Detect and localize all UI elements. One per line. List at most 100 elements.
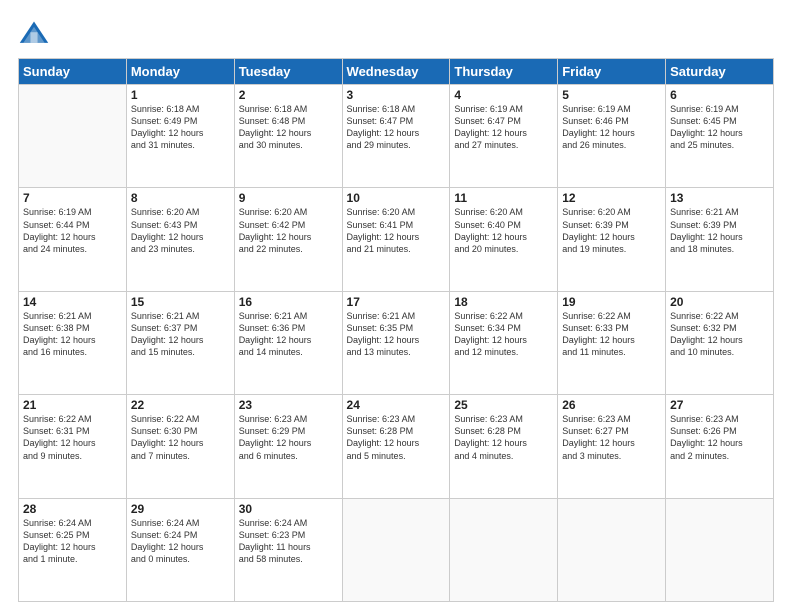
day-info: Sunrise: 6:24 AMSunset: 6:24 PMDaylight:…: [131, 517, 230, 566]
day-info: Sunrise: 6:18 AMSunset: 6:47 PMDaylight:…: [347, 103, 446, 152]
day-cell: 23Sunrise: 6:23 AMSunset: 6:29 PMDayligh…: [234, 395, 342, 498]
day-number: 3: [347, 88, 446, 102]
day-cell: 26Sunrise: 6:23 AMSunset: 6:27 PMDayligh…: [558, 395, 666, 498]
day-cell: 9Sunrise: 6:20 AMSunset: 6:42 PMDaylight…: [234, 188, 342, 291]
day-cell: 17Sunrise: 6:21 AMSunset: 6:35 PMDayligh…: [342, 291, 450, 394]
week-row-1: 1Sunrise: 6:18 AMSunset: 6:49 PMDaylight…: [19, 85, 774, 188]
day-number: 6: [670, 88, 769, 102]
day-cell: 10Sunrise: 6:20 AMSunset: 6:41 PMDayligh…: [342, 188, 450, 291]
weekday-header-thursday: Thursday: [450, 59, 558, 85]
day-number: 8: [131, 191, 230, 205]
day-cell: [666, 498, 774, 601]
day-info: Sunrise: 6:20 AMSunset: 6:42 PMDaylight:…: [239, 206, 338, 255]
weekday-header-sunday: Sunday: [19, 59, 127, 85]
day-cell: 30Sunrise: 6:24 AMSunset: 6:23 PMDayligh…: [234, 498, 342, 601]
day-number: 29: [131, 502, 230, 516]
day-info: Sunrise: 6:19 AMSunset: 6:46 PMDaylight:…: [562, 103, 661, 152]
day-number: 2: [239, 88, 338, 102]
day-info: Sunrise: 6:22 AMSunset: 6:33 PMDaylight:…: [562, 310, 661, 359]
day-number: 19: [562, 295, 661, 309]
day-number: 10: [347, 191, 446, 205]
day-cell: 1Sunrise: 6:18 AMSunset: 6:49 PMDaylight…: [126, 85, 234, 188]
day-number: 12: [562, 191, 661, 205]
day-cell: 3Sunrise: 6:18 AMSunset: 6:47 PMDaylight…: [342, 85, 450, 188]
day-number: 22: [131, 398, 230, 412]
day-number: 13: [670, 191, 769, 205]
day-number: 16: [239, 295, 338, 309]
day-info: Sunrise: 6:22 AMSunset: 6:32 PMDaylight:…: [670, 310, 769, 359]
day-number: 9: [239, 191, 338, 205]
day-cell: 2Sunrise: 6:18 AMSunset: 6:48 PMDaylight…: [234, 85, 342, 188]
header: [18, 18, 774, 50]
day-number: 26: [562, 398, 661, 412]
day-info: Sunrise: 6:18 AMSunset: 6:49 PMDaylight:…: [131, 103, 230, 152]
day-cell: 27Sunrise: 6:23 AMSunset: 6:26 PMDayligh…: [666, 395, 774, 498]
day-cell: 12Sunrise: 6:20 AMSunset: 6:39 PMDayligh…: [558, 188, 666, 291]
weekday-header-wednesday: Wednesday: [342, 59, 450, 85]
day-info: Sunrise: 6:19 AMSunset: 6:47 PMDaylight:…: [454, 103, 553, 152]
day-info: Sunrise: 6:21 AMSunset: 6:39 PMDaylight:…: [670, 206, 769, 255]
weekday-header-friday: Friday: [558, 59, 666, 85]
day-number: 7: [23, 191, 122, 205]
day-number: 17: [347, 295, 446, 309]
day-cell: 24Sunrise: 6:23 AMSunset: 6:28 PMDayligh…: [342, 395, 450, 498]
day-info: Sunrise: 6:19 AMSunset: 6:45 PMDaylight:…: [670, 103, 769, 152]
weekday-header-row: SundayMondayTuesdayWednesdayThursdayFrid…: [19, 59, 774, 85]
day-info: Sunrise: 6:18 AMSunset: 6:48 PMDaylight:…: [239, 103, 338, 152]
day-cell: 25Sunrise: 6:23 AMSunset: 6:28 PMDayligh…: [450, 395, 558, 498]
day-info: Sunrise: 6:22 AMSunset: 6:34 PMDaylight:…: [454, 310, 553, 359]
day-info: Sunrise: 6:20 AMSunset: 6:41 PMDaylight:…: [347, 206, 446, 255]
day-number: 25: [454, 398, 553, 412]
weekday-header-tuesday: Tuesday: [234, 59, 342, 85]
page: SundayMondayTuesdayWednesdayThursdayFrid…: [0, 0, 792, 612]
day-cell: 15Sunrise: 6:21 AMSunset: 6:37 PMDayligh…: [126, 291, 234, 394]
day-number: 23: [239, 398, 338, 412]
day-cell: 11Sunrise: 6:20 AMSunset: 6:40 PMDayligh…: [450, 188, 558, 291]
day-info: Sunrise: 6:22 AMSunset: 6:31 PMDaylight:…: [23, 413, 122, 462]
day-info: Sunrise: 6:20 AMSunset: 6:39 PMDaylight:…: [562, 206, 661, 255]
day-number: 1: [131, 88, 230, 102]
day-cell: 18Sunrise: 6:22 AMSunset: 6:34 PMDayligh…: [450, 291, 558, 394]
day-info: Sunrise: 6:21 AMSunset: 6:35 PMDaylight:…: [347, 310, 446, 359]
calendar: SundayMondayTuesdayWednesdayThursdayFrid…: [18, 58, 774, 602]
day-cell: 6Sunrise: 6:19 AMSunset: 6:45 PMDaylight…: [666, 85, 774, 188]
day-cell: 20Sunrise: 6:22 AMSunset: 6:32 PMDayligh…: [666, 291, 774, 394]
day-info: Sunrise: 6:21 AMSunset: 6:38 PMDaylight:…: [23, 310, 122, 359]
day-info: Sunrise: 6:21 AMSunset: 6:36 PMDaylight:…: [239, 310, 338, 359]
day-number: 20: [670, 295, 769, 309]
week-row-4: 21Sunrise: 6:22 AMSunset: 6:31 PMDayligh…: [19, 395, 774, 498]
day-cell: 4Sunrise: 6:19 AMSunset: 6:47 PMDaylight…: [450, 85, 558, 188]
day-cell: 14Sunrise: 6:21 AMSunset: 6:38 PMDayligh…: [19, 291, 127, 394]
day-info: Sunrise: 6:20 AMSunset: 6:40 PMDaylight:…: [454, 206, 553, 255]
day-cell: [19, 85, 127, 188]
day-number: 24: [347, 398, 446, 412]
day-number: 28: [23, 502, 122, 516]
day-info: Sunrise: 6:24 AMSunset: 6:23 PMDaylight:…: [239, 517, 338, 566]
day-number: 21: [23, 398, 122, 412]
day-cell: 21Sunrise: 6:22 AMSunset: 6:31 PMDayligh…: [19, 395, 127, 498]
day-cell: 16Sunrise: 6:21 AMSunset: 6:36 PMDayligh…: [234, 291, 342, 394]
day-number: 11: [454, 191, 553, 205]
week-row-2: 7Sunrise: 6:19 AMSunset: 6:44 PMDaylight…: [19, 188, 774, 291]
day-info: Sunrise: 6:22 AMSunset: 6:30 PMDaylight:…: [131, 413, 230, 462]
day-cell: 13Sunrise: 6:21 AMSunset: 6:39 PMDayligh…: [666, 188, 774, 291]
day-number: 4: [454, 88, 553, 102]
day-info: Sunrise: 6:19 AMSunset: 6:44 PMDaylight:…: [23, 206, 122, 255]
day-cell: 28Sunrise: 6:24 AMSunset: 6:25 PMDayligh…: [19, 498, 127, 601]
weekday-header-monday: Monday: [126, 59, 234, 85]
day-cell: 5Sunrise: 6:19 AMSunset: 6:46 PMDaylight…: [558, 85, 666, 188]
weekday-header-saturday: Saturday: [666, 59, 774, 85]
day-cell: [450, 498, 558, 601]
logo-icon: [18, 18, 50, 50]
week-row-5: 28Sunrise: 6:24 AMSunset: 6:25 PMDayligh…: [19, 498, 774, 601]
day-number: 18: [454, 295, 553, 309]
day-cell: 8Sunrise: 6:20 AMSunset: 6:43 PMDaylight…: [126, 188, 234, 291]
day-number: 14: [23, 295, 122, 309]
day-cell: 22Sunrise: 6:22 AMSunset: 6:30 PMDayligh…: [126, 395, 234, 498]
day-number: 5: [562, 88, 661, 102]
day-info: Sunrise: 6:23 AMSunset: 6:28 PMDaylight:…: [347, 413, 446, 462]
day-info: Sunrise: 6:21 AMSunset: 6:37 PMDaylight:…: [131, 310, 230, 359]
day-cell: 29Sunrise: 6:24 AMSunset: 6:24 PMDayligh…: [126, 498, 234, 601]
day-info: Sunrise: 6:23 AMSunset: 6:27 PMDaylight:…: [562, 413, 661, 462]
day-number: 27: [670, 398, 769, 412]
